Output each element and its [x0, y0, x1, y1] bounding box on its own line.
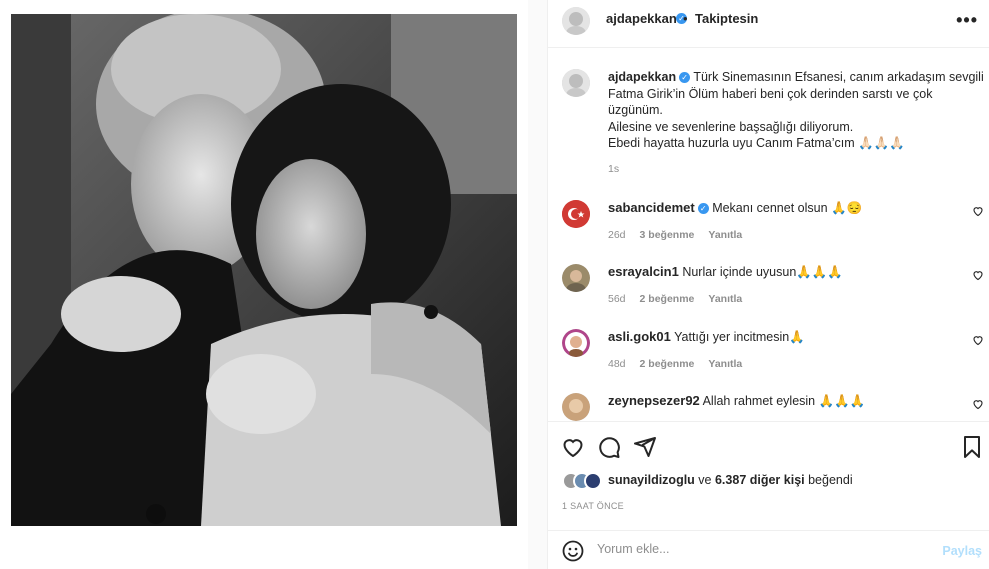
- comment-like-heart-icon[interactable]: [972, 205, 984, 217]
- post-comment-button[interactable]: Paylaş: [942, 544, 982, 558]
- comment-item: asli.gok01 Yattığı yer incitmesin🙏 48d 2 …: [548, 329, 989, 389]
- verified-badge-icon: ✓: [679, 72, 691, 83]
- post-caption: ajdapekkan ✓ Türk Sinemasının Efsanesi, c…: [608, 69, 984, 152]
- caption-text-line3: Ebedi hayatta huzurla uyu Canım Fatma’cı…: [608, 136, 905, 150]
- comment-item: zeynepsezer92 Allah rahmet eylesin 🙏🙏🙏: [548, 393, 989, 421]
- save-bookmark-icon[interactable]: [960, 435, 984, 459]
- comment-age: 26d: [608, 229, 626, 241]
- share-send-icon[interactable]: [633, 435, 657, 459]
- comment-meta: 26d 3 beğenme Yanıtla: [608, 229, 742, 241]
- post-media: [0, 0, 528, 569]
- comment-meta: 56d 2 beğenme Yanıtla: [608, 293, 742, 305]
- comment-body: Allah rahmet eylesin 🙏🙏🙏: [702, 394, 866, 408]
- comment-text: esrayalcin1 Nurlar içinde uyusun🙏🙏🙏: [608, 264, 843, 280]
- instagram-post-page: ajdapekkan ✓ • Takiptesin ••• ajdapekkan…: [0, 0, 989, 569]
- commenter-username[interactable]: sabancidemet: [608, 200, 695, 215]
- comment-age: 56d: [608, 293, 626, 305]
- commenter-username[interactable]: esrayalcin1: [608, 264, 679, 279]
- post-photo-image: [11, 14, 517, 526]
- caption-username[interactable]: ajdapekkan: [608, 70, 676, 84]
- comment-like-heart-icon[interactable]: [972, 269, 984, 281]
- caption-author-avatar[interactable]: [562, 69, 590, 97]
- liked-by-avatars[interactable]: [562, 472, 610, 490]
- post-header: ajdapekkan ✓ • Takiptesin •••: [548, 0, 989, 48]
- add-comment-bar: Paylaş: [548, 530, 989, 569]
- likes-summary: sunayildizoglu ve 6.387 diğer kişi beğen…: [608, 473, 853, 487]
- comment-text: asli.gok01 Yattığı yer incitmesin🙏: [608, 329, 805, 345]
- follow-status-button[interactable]: Takiptesin: [695, 11, 758, 26]
- header-separator: •: [683, 11, 688, 26]
- caption-text-line2: Ailesine ve sevenlerine başsağlığı diliy…: [608, 119, 854, 134]
- author-avatar[interactable]: [562, 7, 590, 35]
- comment-input[interactable]: [597, 542, 897, 556]
- caption-time: 1s: [608, 163, 620, 175]
- comments-list[interactable]: ajdapekkan ✓ Türk Sinemasının Efsanesi, c…: [548, 49, 989, 421]
- comment-likes-count[interactable]: 2 beğenme: [640, 358, 695, 370]
- likes-suffix: beğendi: [808, 473, 853, 487]
- commenter-username[interactable]: zeynepsezer92: [608, 393, 700, 408]
- verified-badge-icon: ✓: [697, 203, 709, 214]
- comment-like-heart-icon[interactable]: [972, 398, 984, 410]
- comment-bubble-icon[interactable]: [597, 435, 621, 459]
- commenter-avatar[interactable]: [562, 264, 590, 292]
- comment-text: zeynepsezer92 Allah rahmet eylesin 🙏🙏🙏: [608, 393, 865, 409]
- emoji-icon[interactable]: [561, 539, 585, 563]
- commenter-avatar[interactable]: [562, 200, 590, 228]
- post-side-panel: ajdapekkan ✓ • Takiptesin ••• ajdapekkan…: [547, 0, 989, 569]
- comment-reply-button[interactable]: Yanıtla: [708, 293, 742, 305]
- liked-by-user[interactable]: sunayildizoglu: [608, 473, 695, 487]
- likes-connector: ve: [698, 473, 712, 487]
- post-timestamp[interactable]: 1 SAAT ÖNCE: [562, 501, 624, 511]
- comment-age: 48d: [608, 358, 626, 370]
- post-photo[interactable]: [11, 14, 517, 526]
- comment-likes-count[interactable]: 2 beğenme: [640, 293, 695, 305]
- comment-reply-button[interactable]: Yanıtla: [708, 358, 742, 370]
- more-options-icon[interactable]: •••: [956, 10, 978, 31]
- comment-meta: 48d 2 beğenme Yanıtla: [608, 358, 742, 370]
- commenter-avatar[interactable]: [562, 393, 590, 421]
- comment-body: Yattığı yer incitmesin🙏: [674, 330, 805, 344]
- commenter-avatar[interactable]: [562, 329, 590, 357]
- comment-body: Mekanı cennet olsun 🙏😔: [712, 201, 863, 215]
- likes-others-count[interactable]: 6.387 diğer kişi: [715, 473, 805, 487]
- comment-reply-button[interactable]: Yanıtla: [708, 229, 742, 241]
- liker-avatar: [584, 472, 602, 490]
- comment-item: esrayalcin1 Nurlar içinde uyusun🙏🙏🙏 56d 2…: [548, 264, 989, 324]
- author-username[interactable]: ajdapekkan: [606, 11, 677, 26]
- comment-body: Nurlar içinde uyusun🙏🙏🙏: [682, 265, 843, 279]
- comment-text: sabancidemet ✓ Mekanı cennet olsun 🙏😔: [608, 200, 862, 216]
- commenter-username[interactable]: asli.gok01: [608, 329, 671, 344]
- like-heart-icon[interactable]: [561, 435, 585, 459]
- comment-likes-count[interactable]: 3 beğenme: [640, 229, 695, 241]
- comment-item: sabancidemet ✓ Mekanı cennet olsun 🙏😔 26d…: [548, 200, 989, 260]
- comment-like-heart-icon[interactable]: [972, 334, 984, 346]
